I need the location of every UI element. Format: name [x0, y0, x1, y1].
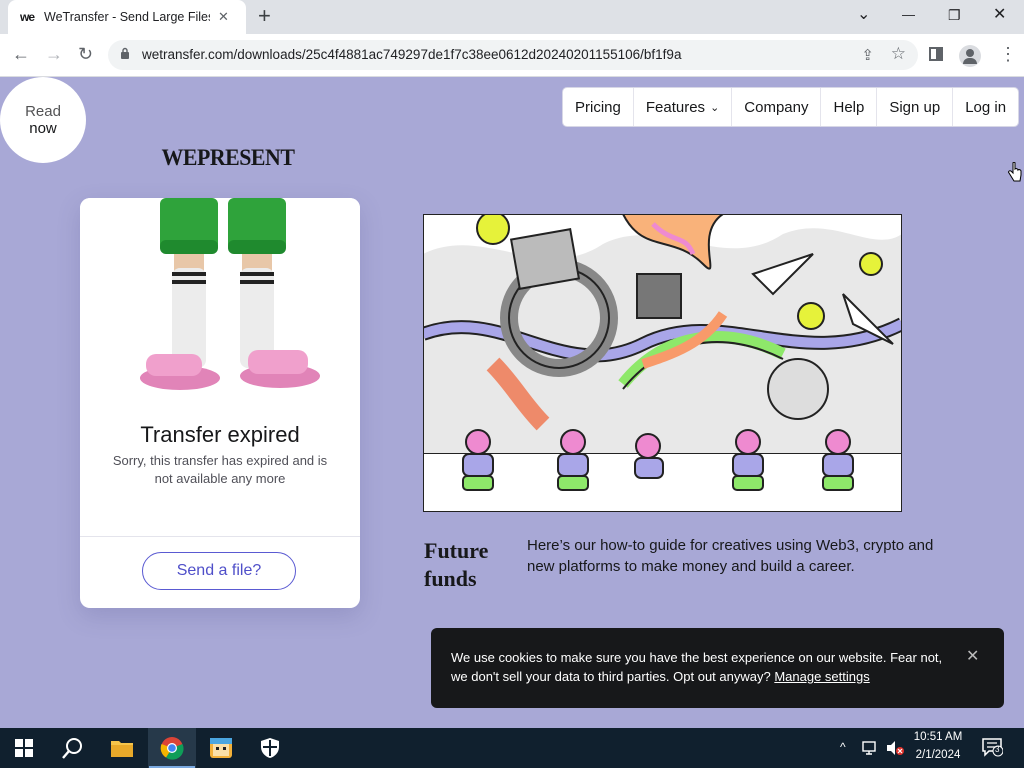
windows-taskbar: ^ 3 — [0, 728, 1024, 768]
chrome-taskbar-button[interactable] — [148, 728, 196, 768]
future-funds-illustration[interactable] — [423, 214, 902, 512]
folder-icon — [111, 741, 133, 757]
nav-company-label: Company — [744, 98, 809, 116]
wepresent-logo[interactable]: WEPRESENT — [161, 145, 294, 171]
shield-icon — [261, 738, 279, 758]
legs-slippers-illustration — [80, 198, 360, 398]
search-button[interactable] — [50, 728, 96, 768]
new-tab-button[interactable]: + — [258, 5, 271, 27]
address-bar[interactable]: wetransfer.com/downloads/25c4f4881ac7492… — [108, 40, 918, 70]
nav-sign-up-label: Sign up — [889, 98, 941, 116]
minimize-button[interactable]: — — [902, 6, 915, 24]
start-button[interactable] — [0, 728, 48, 768]
browser-tab[interactable]: we WeTransfer - Send Large Files & ✕ — [8, 0, 246, 34]
tab-search-icon[interactable]: ⌄ — [857, 6, 870, 24]
share-icon[interactable]: ⇪ — [861, 46, 874, 64]
bookmark-star-icon[interactable]: ☆ — [891, 44, 906, 64]
tab-title: WeTransfer - Send Large Files & — [44, 10, 211, 24]
cookie-close-icon[interactable]: ✕ — [966, 646, 979, 666]
reload-icon[interactable]: ↻ — [78, 43, 93, 65]
hand-cursor-icon — [1008, 162, 1022, 182]
article-description: Here’s our how-to guide for creatives us… — [527, 537, 934, 575]
card-divider — [80, 536, 360, 537]
profile-avatar-icon[interactable] — [959, 45, 981, 67]
cookie-banner: We use cookies to make sure you have the… — [431, 628, 1004, 708]
network-icon[interactable] — [862, 740, 880, 756]
cookie-text-block: We use cookies to make sure you have the… — [451, 648, 956, 686]
clock-time[interactable]: 10:51 AM — [905, 731, 971, 743]
chrome-icon — [160, 737, 184, 760]
send-a-file-button[interactable]: Send a file? — [142, 552, 296, 590]
nav-help[interactable]: Help — [821, 88, 878, 126]
volume-muted-icon[interactable] — [886, 740, 904, 756]
tab-strip: we WeTransfer - Send Large Files & ✕ + ⌄… — [0, 0, 1024, 34]
browser-menu-icon[interactable]: ⋮ — [999, 44, 1017, 64]
security-taskbar-button[interactable] — [247, 728, 293, 768]
nav-help-label: Help — [833, 98, 865, 116]
restore-button[interactable]: ❐ — [948, 6, 961, 24]
nav-pricing-label: Pricing — [575, 98, 621, 116]
wetransfer-favicon-icon: we — [20, 10, 35, 24]
nav-features[interactable]: Features ⌄ — [634, 88, 733, 126]
close-window-button[interactable]: ✕ — [993, 6, 1006, 24]
nav-sign-up[interactable]: Sign up — [877, 88, 954, 126]
nav-log-in-label: Log in — [965, 98, 1007, 116]
nav-company[interactable]: Company — [732, 88, 822, 126]
notification-count: 3 — [995, 745, 1000, 754]
chevron-up-icon[interactable]: ^ — [840, 740, 846, 754]
side-panel-icon[interactable] — [929, 47, 943, 61]
nav-pricing[interactable]: Pricing — [563, 88, 634, 126]
character-app-icon — [210, 738, 232, 758]
chevron-down-icon: ⌄ — [710, 101, 720, 114]
notifications-button[interactable]: 3 — [981, 736, 1004, 763]
nav-features-label: Features — [645, 98, 706, 116]
card-description: Sorry, this transfer has expired and is … — [112, 453, 328, 486]
app-taskbar-button[interactable] — [198, 728, 244, 768]
read-now-line2: now — [29, 120, 57, 137]
article-title[interactable]: Future funds — [424, 537, 514, 593]
clock-date[interactable]: 2/1/2024 — [905, 749, 971, 761]
top-navigation: Pricing Features ⌄ Company Help Sign up L… — [563, 88, 1019, 126]
url-text: wetransfer.com/downloads/25c4f4881ac7492… — [142, 47, 682, 62]
back-icon[interactable]: ← — [12, 43, 30, 65]
manage-settings-link[interactable]: Manage settings — [774, 669, 869, 684]
transfer-expired-card: Transfer expired Sorry, this transfer ha… — [80, 198, 360, 608]
tab-close-icon[interactable]: ✕ — [218, 9, 229, 25]
browser-toolbar: ← → ↻ wetransfer.com/downloads/25c4f4881… — [0, 34, 1024, 77]
windows-logo-icon — [15, 739, 33, 757]
notification-icon — [982, 738, 1004, 757]
card-title: Transfer expired — [140, 422, 300, 447]
page-content: Read now WEPRESENT Pricing Features ⌄ Com… — [0, 77, 1024, 728]
search-icon — [62, 738, 82, 759]
forward-icon[interactable]: → — [45, 43, 63, 65]
file-explorer-button[interactable] — [99, 728, 145, 768]
read-now-badge[interactable]: Read now — [0, 77, 86, 163]
lock-icon — [121, 47, 129, 59]
read-now-line1: Read — [25, 103, 61, 120]
nav-log-in[interactable]: Log in — [953, 88, 1018, 126]
